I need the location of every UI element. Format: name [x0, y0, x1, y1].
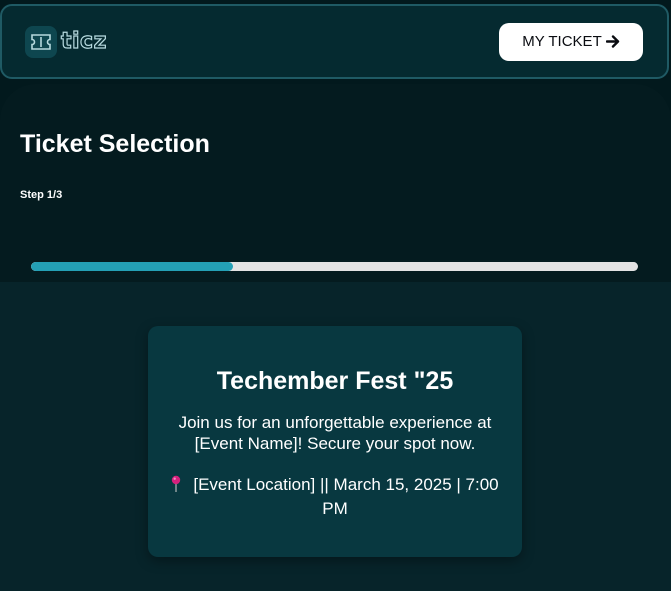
- my-ticket-label: MY TICKET: [522, 33, 602, 50]
- page-title: Ticket Selection: [20, 130, 210, 158]
- logo-text: ticz: [60, 28, 107, 54]
- event-details: [Event Location] || March 15, 2025 | 7:0…: [168, 474, 502, 519]
- progress-bar: [31, 262, 638, 271]
- ticket-logo-icon: [25, 25, 57, 58]
- logo[interactable]: ticz: [25, 25, 107, 58]
- site-header: ticz MY TICKET: [0, 4, 669, 79]
- arrow-right-icon: [605, 35, 620, 48]
- event-title: Techember Fest "25: [216, 367, 454, 395]
- main-content: Techember Fest "25 Join us for an unforg…: [0, 282, 671, 591]
- event-location-date: [Event Location] || March 15, 2025 | 7:0…: [193, 475, 499, 518]
- event-card: Techember Fest "25 Join us for an unforg…: [148, 326, 522, 557]
- progress-section: Ticket Selection Step 1/3: [0, 84, 671, 282]
- progress-bar-fill: [31, 262, 234, 271]
- location-pin-icon: [171, 475, 181, 498]
- step-indicator: Step 1/3: [20, 189, 63, 201]
- my-ticket-button[interactable]: MY TICKET: [499, 22, 643, 61]
- event-description: Join us for an unforgettable experience …: [178, 413, 492, 453]
